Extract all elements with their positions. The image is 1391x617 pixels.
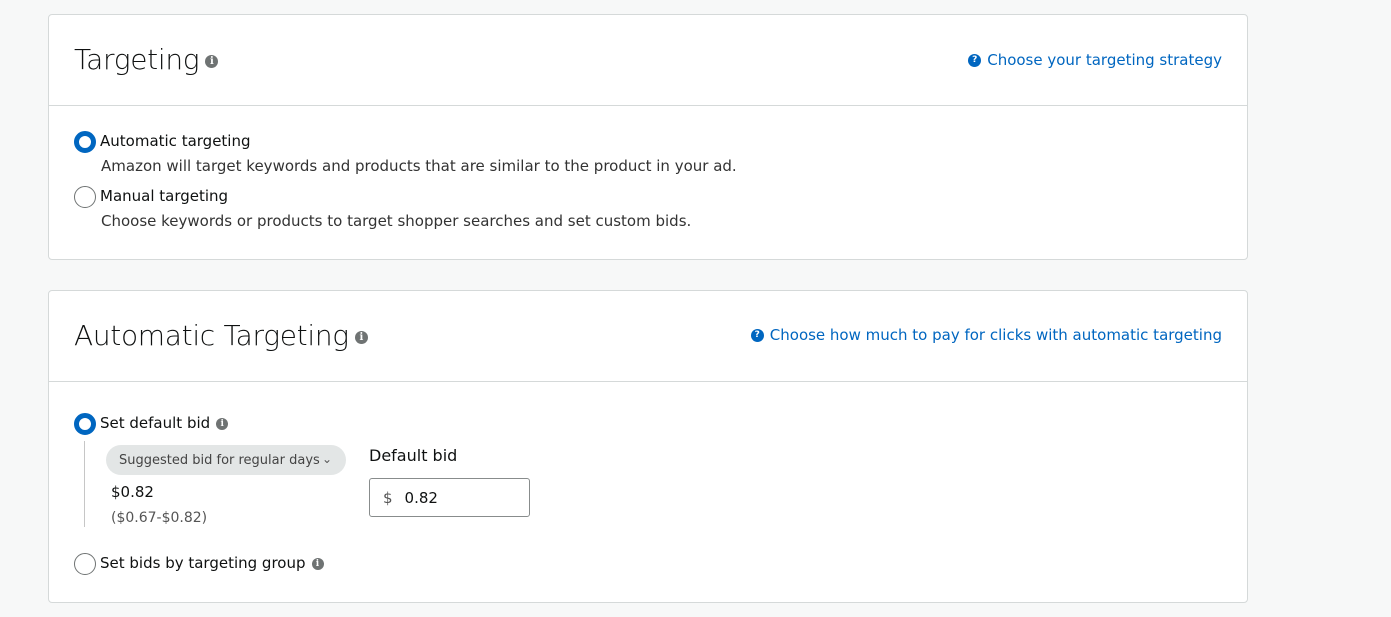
automatic-targeting-option[interactable]: Automatic targeting	[74, 131, 251, 153]
manual-targeting-radio[interactable]	[74, 186, 96, 208]
automatic-bid-help-link[interactable]: ? Choose how much to pay for clicks with…	[750, 326, 1222, 344]
info-icon[interactable]: i	[205, 55, 219, 68]
manual-targeting-label: Manual targeting	[100, 187, 229, 205]
automatic-targeting-card-header: Automatic Targeting i ? Choose how much …	[49, 291, 1247, 382]
automatic-bid-help-link-text: Choose how much to pay for clicks with a…	[769, 326, 1222, 344]
default-bid-label: Default bid	[369, 446, 458, 465]
question-icon: ?	[750, 328, 764, 342]
currency-symbol: $	[383, 488, 393, 507]
set-bids-by-targeting-group-option[interactable]: Set bids by targeting group i	[74, 553, 324, 575]
default-bid-input-value[interactable]: 0.82	[405, 489, 438, 507]
automatic-targeting-description: Amazon will target keywords and products…	[101, 157, 737, 175]
suggested-bid-range: ($0.67-$0.82)	[111, 510, 208, 526]
targeting-card: Targeting i ? Choose your targeting stra…	[48, 14, 1248, 260]
info-icon[interactable]: i	[311, 558, 324, 570]
targeting-title: Targeting i	[74, 43, 219, 76]
automatic-targeting-title: Automatic Targeting i	[74, 319, 368, 352]
set-bids-by-targeting-group-radio[interactable]	[74, 553, 96, 575]
automatic-targeting-card: Automatic Targeting i ? Choose how much …	[48, 290, 1248, 603]
targeting-strategy-help-link[interactable]: ? Choose your targeting strategy	[968, 51, 1222, 69]
targeting-card-header: Targeting i ? Choose your targeting stra…	[49, 15, 1247, 106]
question-icon: ?	[968, 53, 982, 67]
default-bid-input[interactable]: $ 0.82	[369, 478, 530, 517]
set-default-bid-radio[interactable]	[74, 413, 96, 435]
manual-targeting-description: Choose keywords or products to target sh…	[101, 212, 692, 230]
default-bid-indent-line	[84, 441, 85, 527]
suggested-bid-value: $0.82	[111, 483, 154, 501]
targeting-help-link-text: Choose your targeting strategy	[987, 51, 1222, 69]
set-default-bid-option[interactable]: Set default bid i	[74, 413, 229, 435]
set-bids-by-targeting-group-label: Set bids by targeting group	[100, 554, 306, 572]
info-icon[interactable]: i	[216, 418, 229, 430]
automatic-targeting-radio[interactable]	[74, 131, 96, 153]
info-icon[interactable]: i	[354, 331, 368, 344]
automatic-targeting-title-text: Automatic Targeting	[74, 319, 349, 352]
automatic-targeting-label: Automatic targeting	[100, 132, 251, 150]
chevron-down-icon: ⌄	[321, 452, 332, 466]
suggested-bid-dropdown-label: Suggested bid for regular days	[119, 452, 320, 468]
set-default-bid-label: Set default bid	[100, 414, 211, 432]
targeting-title-text: Targeting	[74, 43, 200, 76]
suggested-bid-dropdown[interactable]: Suggested bid for regular days ⌄	[106, 445, 346, 475]
manual-targeting-option[interactable]: Manual targeting	[74, 186, 228, 208]
